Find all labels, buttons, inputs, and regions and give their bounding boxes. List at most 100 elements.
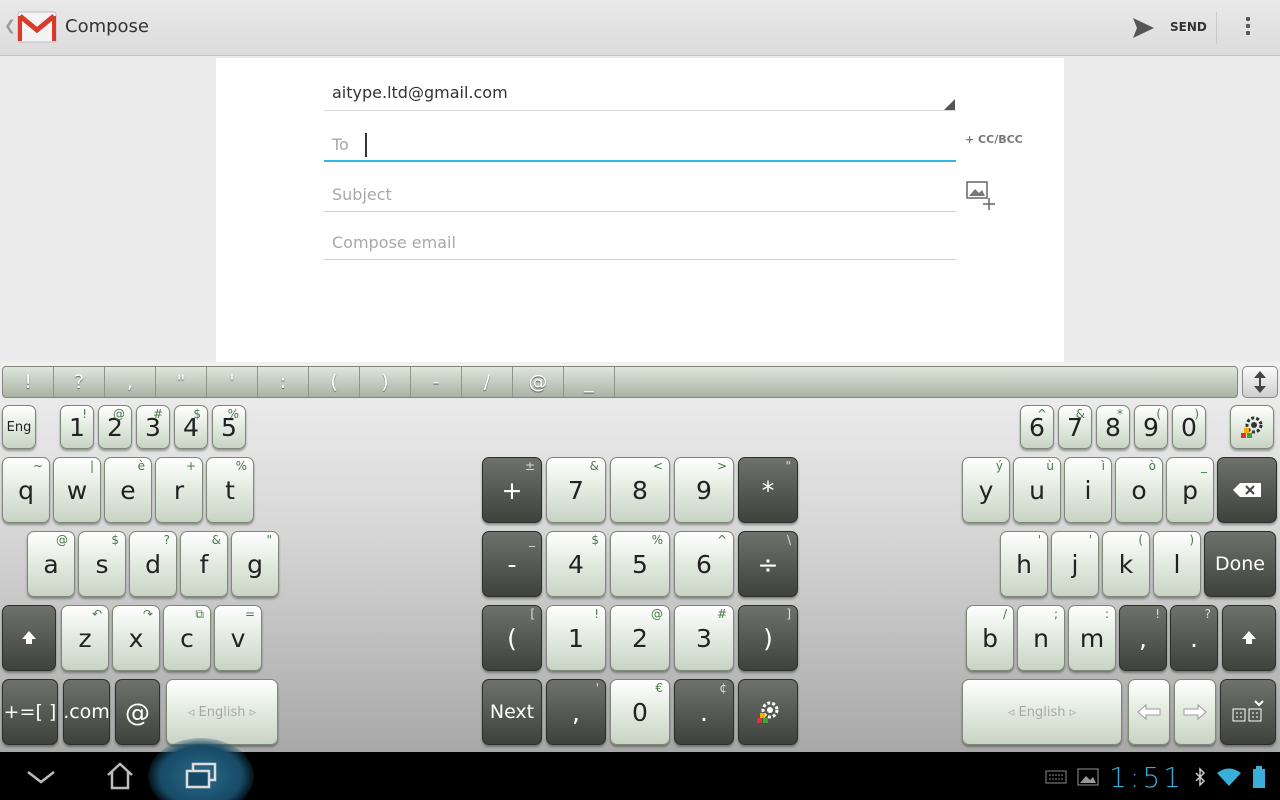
keyboard-resize-icon[interactable] <box>1242 366 1278 398</box>
key-a[interactable]: a @ <box>27 531 75 597</box>
to-field[interactable] <box>324 128 956 162</box>
keyboard-settings-key[interactable] <box>738 679 798 745</box>
symbol-key[interactable]: ( <box>309 367 360 397</box>
key-m[interactable]: m: <box>1068 605 1116 671</box>
language-key[interactable]: Eng <box>2 405 36 449</box>
key-6[interactable]: 6 ^ <box>674 531 734 597</box>
key-i[interactable]: iì <box>1064 457 1112 523</box>
space-key[interactable]: ◃ English ▹ <box>166 679 278 745</box>
home-icon[interactable] <box>104 760 136 792</box>
shift-key[interactable] <box>2 605 56 671</box>
subject-field[interactable] <box>324 178 956 212</box>
period-key[interactable]: .? <box>1170 605 1218 671</box>
key-e[interactable]: eè <box>104 457 152 523</box>
keyboard-layout-key[interactable] <box>1220 679 1276 745</box>
key-o[interactable]: oò <box>1115 457 1163 523</box>
key-,[interactable]: , ' <box>546 679 606 745</box>
key-÷[interactable]: ÷ \ <box>738 531 798 597</box>
cc-bcc-button[interactable]: + CC/BCC <box>965 133 1023 146</box>
key-1[interactable]: 1! <box>546 605 606 671</box>
key-5[interactable]: 5% <box>212 405 246 449</box>
key-g[interactable]: g " <box>231 531 279 597</box>
shift-key[interactable] <box>1222 605 1276 671</box>
key-7[interactable]: 7 & <box>1058 405 1092 449</box>
spinner-arrow-icon[interactable] <box>944 99 955 110</box>
symbols-key[interactable]: +=[ ] <box>2 679 58 745</box>
key-t[interactable]: t% <box>206 457 254 523</box>
status-area[interactable]: 1:51 <box>1045 761 1266 794</box>
symbol-key[interactable]: ? <box>54 367 105 397</box>
symbol-key[interactable]: : <box>258 367 309 397</box>
key-0[interactable]: 0) <box>1172 405 1206 449</box>
symbol-key[interactable]: _ <box>564 367 615 397</box>
key-f[interactable]: f & <box>180 531 228 597</box>
key-7[interactable]: 7 & <box>546 457 606 523</box>
overflow-menu-icon[interactable] <box>1238 14 1258 42</box>
key-b[interactable]: b / <box>966 605 1014 671</box>
key-d[interactable]: d? <box>129 531 177 597</box>
key-([interactable]: ([ <box>482 605 542 671</box>
key-)[interactable]: )] <box>738 605 798 671</box>
key-y[interactable]: yý <box>962 457 1010 523</box>
key-s[interactable]: s $ <box>78 531 126 597</box>
cursor-left-key[interactable] <box>1128 679 1170 745</box>
symbol-key[interactable]: @ <box>513 367 564 397</box>
key-5[interactable]: 5% <box>610 531 670 597</box>
symbol-key[interactable]: ) <box>360 367 411 397</box>
keyboard-settings-key[interactable] <box>1230 405 1274 449</box>
symbol-key[interactable]: " <box>156 367 207 397</box>
symbol-key[interactable]: - <box>411 367 462 397</box>
symbol-key[interactable]: ' <box>207 367 258 397</box>
key-l[interactable]: l) <box>1153 531 1201 597</box>
symbol-key[interactable]: , <box>105 367 156 397</box>
at-key[interactable]: @ <box>115 679 160 745</box>
cursor-right-key[interactable] <box>1174 679 1216 745</box>
key-1[interactable]: 1! <box>60 405 94 449</box>
key-.[interactable]: . ¢ <box>674 679 734 745</box>
symbol-key[interactable]: ! <box>3 367 54 397</box>
from-account-spinner[interactable]: aitype.ltd@gmail.com <box>332 83 508 102</box>
key-v[interactable]: v = <box>214 605 262 671</box>
key-+[interactable]: + ± <box>482 457 542 523</box>
key-j[interactable]: j ' <box>1051 531 1099 597</box>
key-3[interactable]: 3 # <box>136 405 170 449</box>
key-r[interactable]: r + <box>155 457 203 523</box>
key-2[interactable]: 2 @ <box>98 405 132 449</box>
key-3[interactable]: 3 # <box>674 605 734 671</box>
up-caret-icon[interactable]: ❮ <box>4 18 16 34</box>
symbol-key[interactable]: / <box>462 367 513 397</box>
compose-body-field[interactable] <box>324 226 956 260</box>
space-key[interactable]: ◃ English ▹ <box>962 679 1122 745</box>
key-6[interactable]: 6 ^ <box>1020 405 1054 449</box>
key-next[interactable]: Next <box>482 679 542 745</box>
send-icon[interactable] <box>1130 15 1156 41</box>
key-2[interactable]: 2 @ <box>610 605 670 671</box>
key-n[interactable]: n; <box>1017 605 1065 671</box>
key-p[interactable]: p _ <box>1166 457 1214 523</box>
dotcom-key[interactable]: .com <box>63 679 110 745</box>
key-h[interactable]: h ' <box>1000 531 1048 597</box>
key-9[interactable]: 9 > <box>674 457 734 523</box>
key-w[interactable]: w | <box>53 457 101 523</box>
backspace-key[interactable] <box>1217 457 1277 523</box>
comma-key[interactable]: ,! <box>1119 605 1167 671</box>
gmail-logo-icon[interactable] <box>16 6 58 48</box>
key--[interactable]: - _ <box>482 531 542 597</box>
key-8[interactable]: 8 * <box>1096 405 1130 449</box>
key-x[interactable]: x ↷ <box>112 605 160 671</box>
key-u[interactable]: uù <box>1013 457 1061 523</box>
key-c[interactable]: c ⧉ <box>163 605 211 671</box>
key-4[interactable]: 4 $ <box>546 531 606 597</box>
key-4[interactable]: 4 $ <box>174 405 208 449</box>
done-key[interactable]: Done <box>1204 531 1276 597</box>
key-8[interactable]: 8 < <box>610 457 670 523</box>
key-k[interactable]: k( <box>1102 531 1150 597</box>
recent-apps-icon[interactable] <box>184 762 218 790</box>
attach-picture-icon[interactable] <box>965 180 997 210</box>
key-q[interactable]: q ~ <box>2 457 50 523</box>
key-z[interactable]: z ↶ <box>61 605 109 671</box>
key-0[interactable]: 0 € <box>610 679 670 745</box>
back-icon[interactable] <box>26 766 56 786</box>
key-*[interactable]: * " <box>738 457 798 523</box>
send-button[interactable]: SEND <box>1170 20 1207 34</box>
